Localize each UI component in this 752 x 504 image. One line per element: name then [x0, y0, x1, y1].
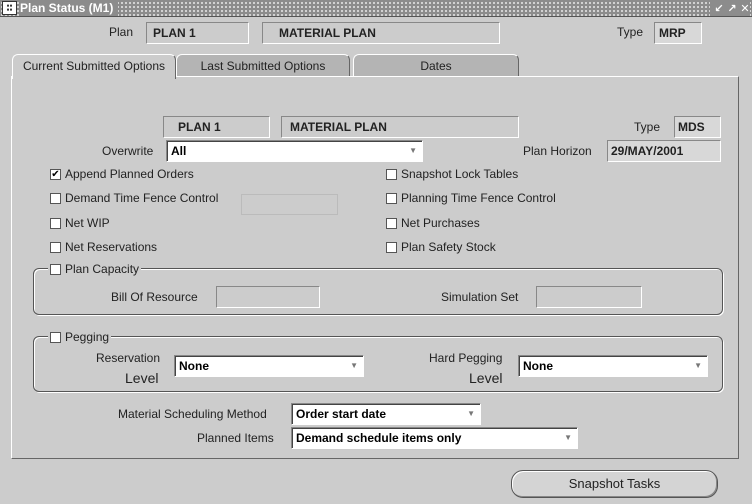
- checkbox-box[interactable]: [386, 217, 397, 229]
- bill-of-resource-field[interactable]: [216, 286, 320, 308]
- tab-last-submitted-options[interactable]: Last Submitted Options: [176, 54, 350, 77]
- append-planned-orders-label: Append Planned Orders: [65, 167, 194, 181]
- type-label: Type: [617, 25, 644, 39]
- plan-label: Plan: [109, 25, 134, 39]
- planned-items-label: Planned Items: [197, 431, 274, 445]
- plan-safety-stock-checkbox[interactable]: Plan Safety Stock: [386, 240, 496, 254]
- snapshot-tasks-button[interactable]: Snapshot Tasks: [511, 470, 718, 498]
- overwrite-value: All: [171, 144, 187, 158]
- demand-time-fence-field[interactable]: [241, 194, 338, 215]
- net-purchases-label: Net Purchases: [401, 216, 480, 230]
- checkmark-icon[interactable]: ✔: [50, 168, 61, 180]
- checkbox-box[interactable]: [50, 241, 61, 253]
- checkbox-box[interactable]: [386, 168, 397, 180]
- reservation-level-label: Reservation: [96, 351, 161, 365]
- plan-type-field[interactable]: MRP: [654, 22, 702, 44]
- checkbox-box[interactable]: [50, 331, 61, 343]
- options-type-label: Type: [634, 120, 661, 134]
- checkbox-box[interactable]: [50, 263, 61, 275]
- net-wip-label: Net WIP: [65, 216, 110, 230]
- bill-of-resource-label: Bill Of Resource: [111, 290, 198, 304]
- hard-pegging-level-value: None: [523, 359, 553, 373]
- material-scheduling-method-value: Order start date: [296, 407, 387, 421]
- plan-horizon-field[interactable]: 29/MAY/2001: [607, 140, 721, 162]
- net-reservations-checkbox[interactable]: Net Reservations: [50, 240, 157, 254]
- plan-capacity-label: Plan Capacity: [65, 262, 140, 276]
- plan-capacity-checkbox[interactable]: Plan Capacity: [48, 262, 142, 276]
- reservation-level-value: None: [179, 359, 209, 373]
- pegging-checkbox[interactable]: Pegging: [48, 330, 112, 344]
- plan-safety-stock-label: Plan Safety Stock: [401, 240, 496, 254]
- simulation-set-label: Simulation Set: [441, 290, 519, 304]
- checkbox-box[interactable]: [386, 241, 397, 253]
- window-title: Plan Status (M1): [20, 1, 119, 16]
- net-wip-checkbox[interactable]: Net WIP: [50, 216, 110, 230]
- checkbox-box[interactable]: [50, 217, 61, 229]
- plan-horizon-label: Plan Horizon: [523, 144, 592, 158]
- chevron-down-icon: ▼: [409, 146, 417, 155]
- chevron-down-icon: ▼: [564, 433, 572, 442]
- planned-items-select[interactable]: Demand schedule items only ▼: [291, 427, 578, 449]
- overwrite-label: Overwrite: [102, 144, 154, 158]
- options-plan-description-field[interactable]: MATERIAL PLAN: [281, 116, 519, 138]
- snapshot-lock-tables-checkbox[interactable]: Snapshot Lock Tables: [386, 167, 518, 181]
- tab-dates[interactable]: Dates: [353, 54, 519, 77]
- hard-pegging-level-label-2: Level: [469, 370, 503, 386]
- hard-pegging-level-select[interactable]: None ▼: [518, 355, 708, 377]
- checkbox-box[interactable]: [386, 192, 397, 204]
- planning-time-fence-checkbox[interactable]: Planning Time Fence Control: [386, 191, 556, 205]
- window-controls: ↙ ↗ ✕: [710, 1, 750, 16]
- net-purchases-checkbox[interactable]: Net Purchases: [386, 216, 480, 230]
- plan-name-field[interactable]: PLAN 1: [146, 22, 249, 44]
- oracle-app-icon: ▪▪ ▪▪: [2, 1, 17, 15]
- material-scheduling-method-select[interactable]: Order start date ▼: [291, 403, 481, 425]
- minimize-icon[interactable]: ↙: [714, 2, 724, 15]
- simulation-set-field[interactable]: [536, 286, 642, 308]
- close-icon[interactable]: ✕: [740, 2, 750, 15]
- demand-time-fence-label: Demand Time Fence Control: [65, 191, 219, 205]
- reservation-level-label-2: Level: [125, 370, 159, 386]
- chevron-down-icon: ▼: [467, 409, 475, 418]
- planned-items-value: Demand schedule items only: [296, 431, 462, 445]
- demand-time-fence-checkbox[interactable]: Demand Time Fence Control: [50, 191, 218, 205]
- options-type-field[interactable]: MDS: [674, 116, 721, 138]
- pegging-label: Pegging: [65, 330, 110, 344]
- snapshot-lock-tables-label: Snapshot Lock Tables: [401, 167, 519, 181]
- append-planned-orders-checkbox[interactable]: ✔ Append Planned Orders: [50, 167, 194, 181]
- checkbox-box[interactable]: [50, 192, 61, 204]
- options-plan-name-field[interactable]: PLAN 1: [163, 116, 270, 138]
- material-scheduling-method-label: Material Scheduling Method: [118, 407, 267, 421]
- planning-time-fence-label: Planning Time Fence Control: [401, 191, 556, 205]
- hard-pegging-level-label: Hard Pegging: [429, 351, 503, 365]
- overwrite-select[interactable]: All ▼: [166, 140, 423, 162]
- tab-current-submitted-options[interactable]: Current Submitted Options: [12, 54, 176, 79]
- net-reservations-label: Net Reservations: [65, 240, 158, 254]
- maximize-icon[interactable]: ↗: [727, 2, 737, 15]
- chevron-down-icon: ▼: [694, 361, 702, 370]
- reservation-level-select[interactable]: None ▼: [174, 355, 364, 377]
- title-bar: ▪▪ ▪▪ Plan Status (M1) ↙ ↗ ✕: [0, 0, 752, 17]
- plan-description-field[interactable]: MATERIAL PLAN: [262, 22, 500, 44]
- chevron-down-icon: ▼: [350, 361, 358, 370]
